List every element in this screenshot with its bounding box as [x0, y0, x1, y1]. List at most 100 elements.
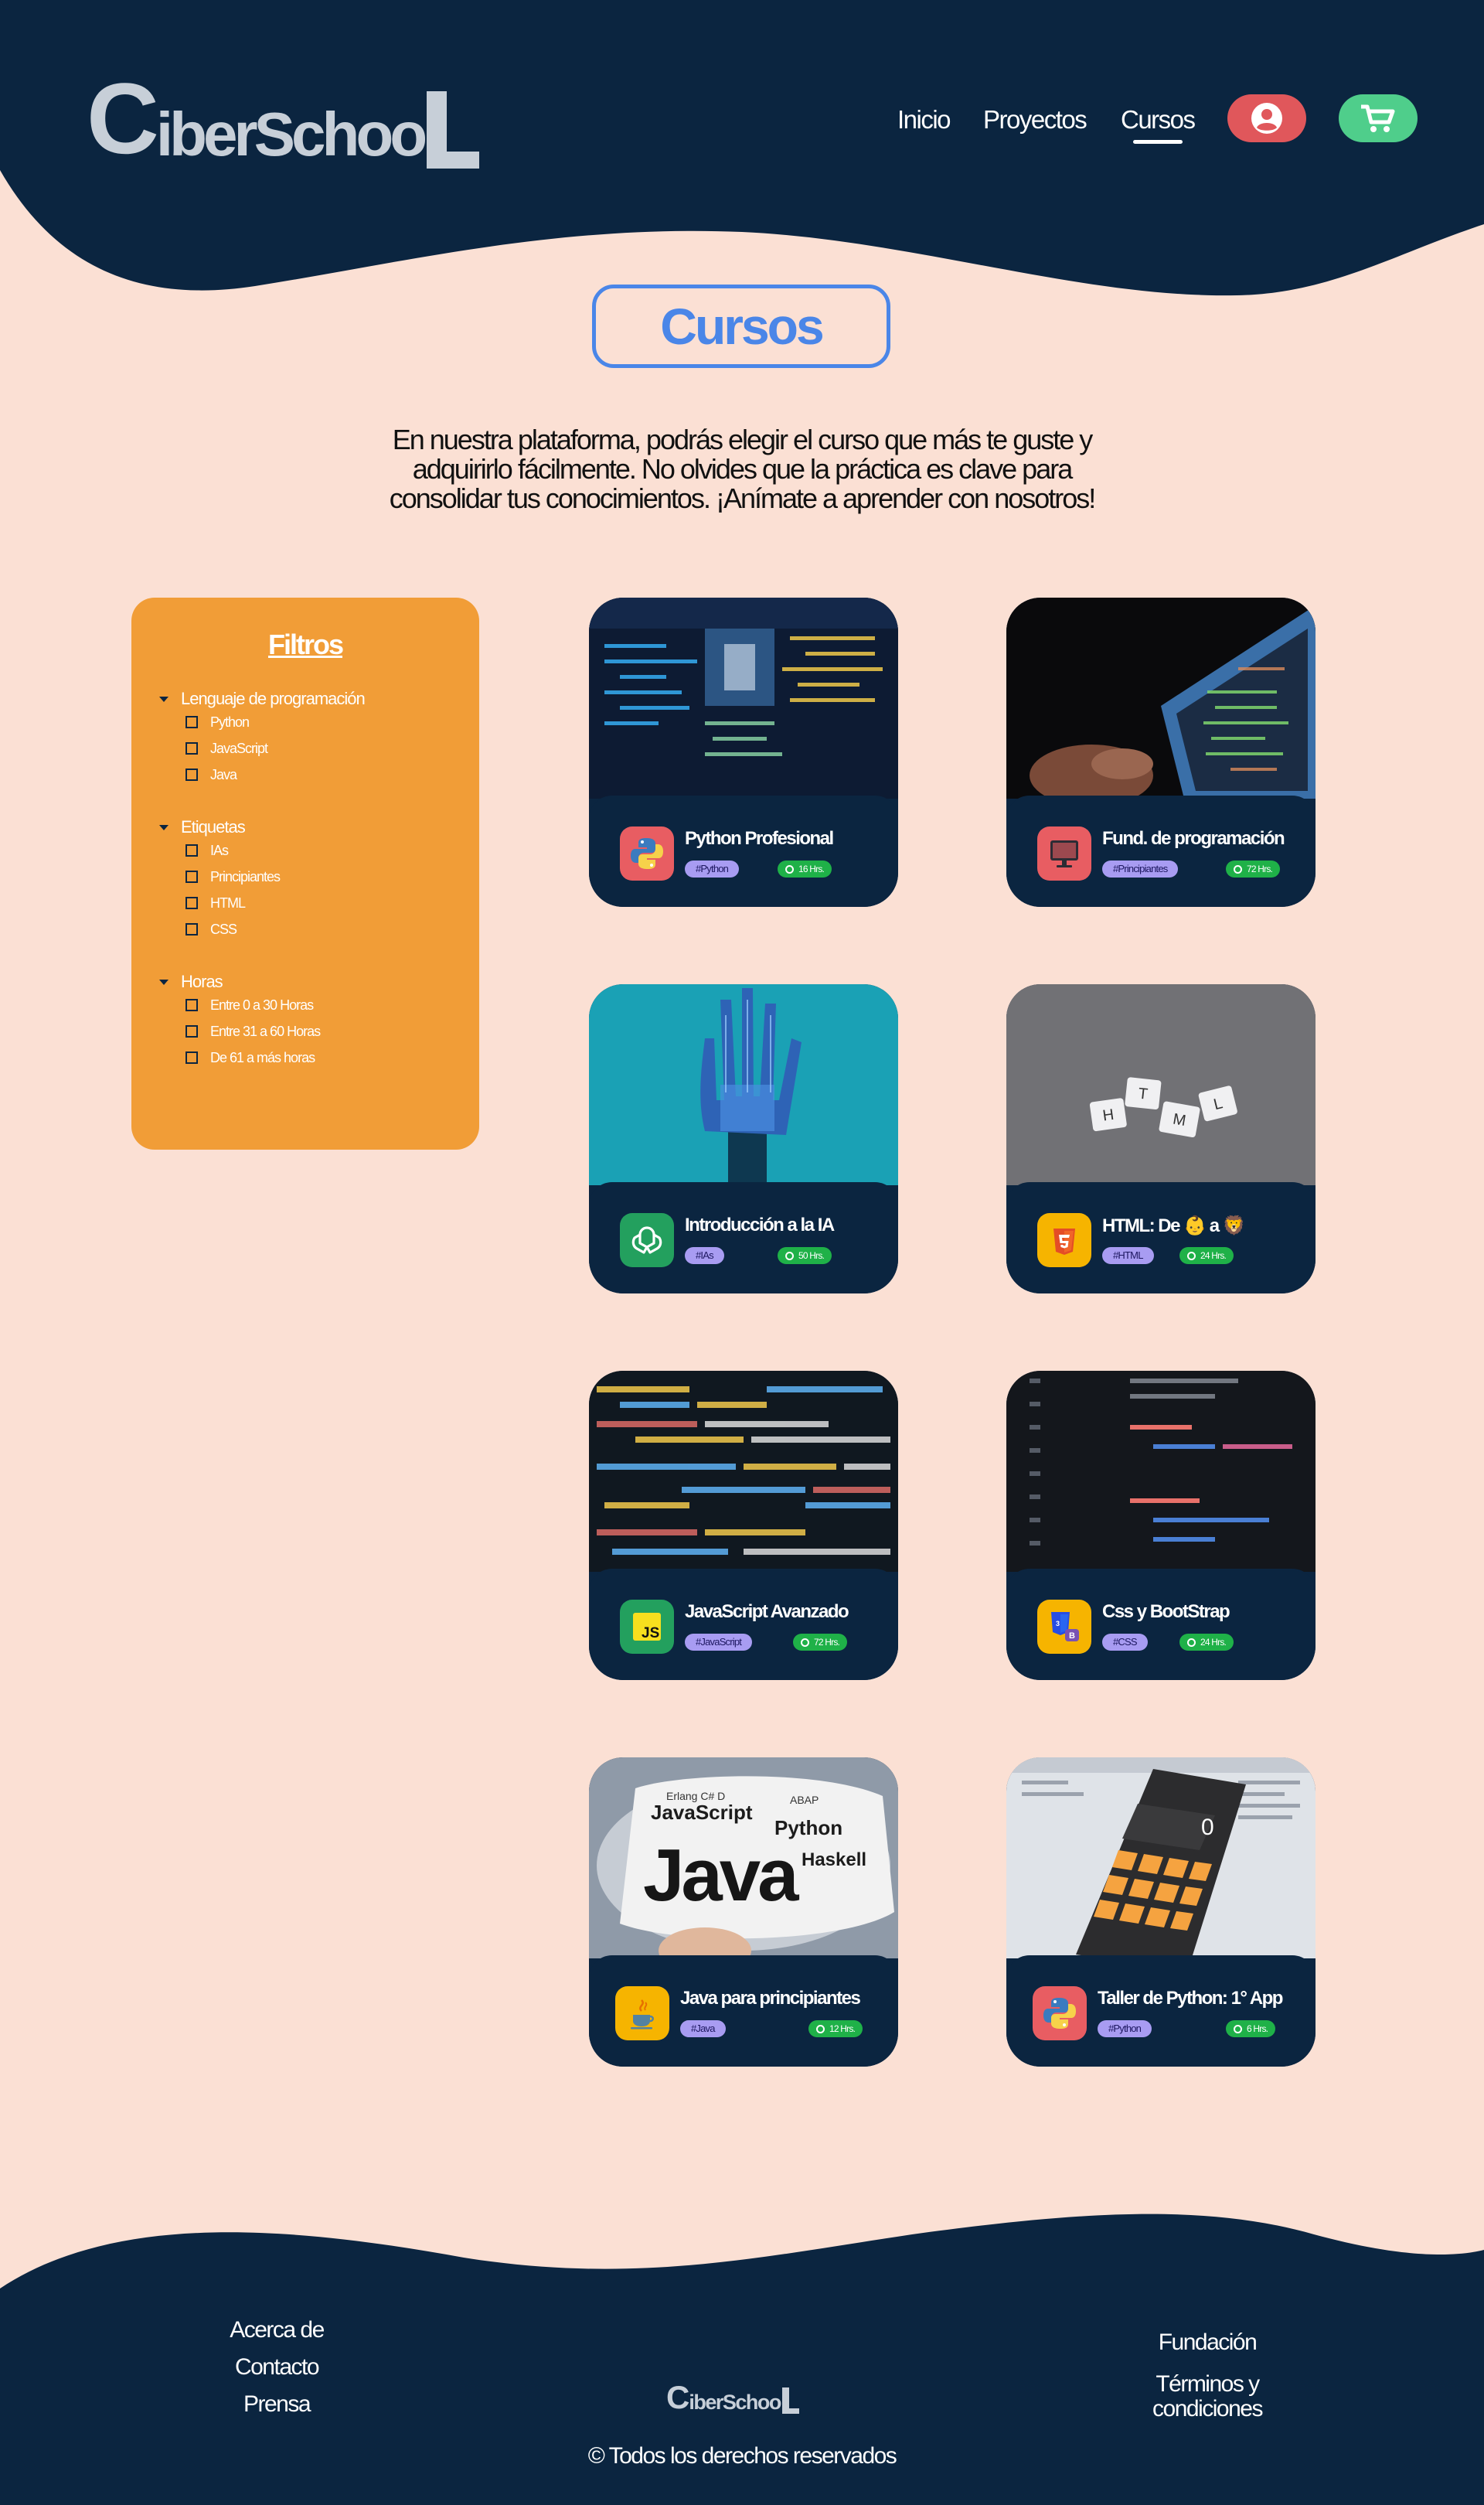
page-title: Cursos — [592, 285, 890, 368]
checkbox[interactable] — [186, 871, 198, 883]
user-circle-icon — [1251, 103, 1282, 134]
cart-icon — [1361, 104, 1395, 132]
filter-option-principiantes[interactable]: Principiantes — [186, 864, 281, 890]
course-name: Introducción a la IA — [685, 1215, 835, 1235]
clock-icon — [1187, 1638, 1196, 1647]
filter-option-css[interactable]: CSS — [186, 916, 280, 942]
footer-link-foundation[interactable]: Fundación — [1130, 2330, 1285, 2355]
filter-option-label: Principiantes — [210, 868, 281, 884]
filter-option-java[interactable]: Java — [186, 762, 365, 788]
filter-option-label: Java — [210, 766, 237, 782]
nav-link-proyectos[interactable]: Proyectos — [983, 101, 1087, 139]
filter-group-toggle[interactable]: Lenguaje de programación — [159, 689, 366, 709]
openai-icon — [620, 1213, 674, 1267]
clock-icon — [801, 1638, 809, 1647]
course-name: Fund. de programación — [1102, 828, 1285, 849]
course-card[interactable]: Python Profesional #Python 16 Hrs. — [589, 598, 898, 907]
checkbox[interactable] — [186, 844, 198, 857]
nav-link-cursos[interactable]: Cursos — [1121, 101, 1196, 144]
css3-bootstrap-icon: 3 B — [1037, 1600, 1091, 1654]
filters-title: Filtros — [267, 629, 344, 660]
javascript-icon: JS — [620, 1600, 674, 1654]
course-hours-badge: 12 Hrs. — [808, 2020, 863, 2037]
clock-icon — [1234, 2024, 1242, 2033]
cart-button[interactable] — [1339, 94, 1418, 142]
brand-logo[interactable]: C iberSchoo — [87, 68, 480, 169]
filter-option-label: Entre 0 a 30 Horas — [210, 997, 314, 1013]
footer-logo[interactable]: C iberSchoo — [666, 2381, 799, 2414]
filter-option-label: Entre 31 a 60 Horas — [210, 1023, 321, 1039]
filter-group-toggle[interactable]: Etiquetas — [159, 817, 280, 837]
course-info: Introducción a la IA #IAs 50 Hrs. — [589, 1182, 898, 1293]
filter-option-label: JavaScript — [210, 740, 268, 756]
course-hours-badge: 24 Hrs. — [1179, 1247, 1234, 1264]
svg-text:H: H — [1101, 1106, 1115, 1125]
course-image — [589, 1371, 898, 1572]
footer-link-about[interactable]: Acerca de — [199, 2318, 354, 2343]
filter-option-hours-0-30[interactable]: Entre 0 a 30 Horas — [186, 992, 320, 1018]
checkbox[interactable] — [186, 742, 198, 755]
filter-option-hours-31-60[interactable]: Entre 31 a 60 Horas — [186, 1018, 321, 1045]
user-button[interactable] — [1227, 94, 1306, 142]
filter-option-label: Python — [210, 714, 250, 730]
caret-down-icon — [159, 824, 168, 830]
nav-link-inicio[interactable]: Inicio — [897, 101, 951, 139]
footer-link-contact[interactable]: Contacto — [199, 2355, 354, 2380]
checkbox[interactable] — [186, 1025, 198, 1038]
svg-text:ABAP: ABAP — [790, 1794, 819, 1806]
checkbox[interactable] — [186, 923, 198, 936]
footer-link-terms[interactable]: Términos y condiciones — [1130, 2372, 1285, 2422]
checkbox[interactable] — [186, 897, 198, 909]
svg-text:3: 3 — [1056, 1620, 1060, 1627]
course-info: HTML: De 👶 a 🦁 #HTML 24 Hrs. — [1006, 1182, 1316, 1293]
course-card[interactable]: Java JavaScript Python Haskell Erlang C#… — [589, 1757, 898, 2067]
filter-option-html[interactable]: HTML — [186, 890, 280, 916]
course-card[interactable]: 3 B Css y BootStrap #CSS 24 Hrs. — [1006, 1371, 1316, 1680]
svg-text:T: T — [1138, 1086, 1149, 1103]
svg-text:0: 0 — [1201, 1815, 1214, 1840]
checkbox[interactable] — [186, 1051, 198, 1064]
course-card[interactable]: 0 Taller de Python: 1° App #Python 6 Hrs… — [1006, 1757, 1316, 2067]
filter-option-hours-61-plus[interactable]: De 61 a más horas — [186, 1045, 320, 1071]
filter-group-language: Lenguaje de programación Python JavaScri… — [159, 689, 366, 788]
course-hours: 16 Hrs. — [798, 864, 825, 874]
course-info: Python Profesional #Python 16 Hrs. — [589, 796, 898, 907]
course-card[interactable]: JS JavaScript Avanzado #JavaScript 72 Hr… — [589, 1371, 898, 1680]
computer-monitor-icon — [1037, 826, 1091, 881]
checkbox[interactable] — [186, 769, 198, 781]
course-card[interactable]: Fund. de programación #Principiantes 72 … — [1006, 598, 1316, 907]
course-info: Taller de Python: 1° App #Python 6 Hrs. — [1006, 1955, 1316, 2067]
python-icon — [620, 826, 674, 881]
svg-text:JavaScript: JavaScript — [651, 1801, 753, 1824]
course-info: JS JavaScript Avanzado #JavaScript 72 Hr… — [589, 1569, 898, 1680]
filter-group-title: Horas — [181, 972, 223, 991]
course-image — [1006, 1371, 1316, 1572]
filter-group-toggle[interactable]: Horas — [159, 972, 320, 992]
filter-option-javascript[interactable]: JavaScript — [186, 735, 365, 762]
course-card[interactable]: H T M L HTML: De 👶 a 🦁 #HTML 24 Hrs. — [1006, 984, 1316, 1293]
course-hours: 72 Hrs. — [814, 1637, 840, 1648]
page-title-text: Cursos — [660, 298, 824, 355]
clock-icon — [816, 2024, 825, 2033]
filter-group-hours: Horas Entre 0 a 30 Horas Entre 31 a 60 H… — [159, 972, 321, 1071]
logo-letter-c: C — [666, 2379, 689, 2415]
filter-option-label: De 61 a más horas — [210, 1049, 315, 1065]
course-tag: #Principiantes — [1102, 861, 1179, 878]
svg-text:Erlang C# D: Erlang C# D — [666, 1790, 725, 1802]
course-image — [1006, 598, 1316, 799]
logo-text: iberSchoo — [689, 2391, 781, 2414]
course-tag: #CSS — [1102, 1634, 1148, 1651]
svg-text:Haskell: Haskell — [802, 1849, 866, 1870]
checkbox[interactable] — [186, 716, 198, 728]
course-name: Java para principiantes — [680, 1988, 861, 2009]
course-info: Java para principiantes #Java 12 Hrs. — [589, 1955, 898, 2067]
course-image: H T M L — [1006, 984, 1316, 1185]
footer-link-press[interactable]: Prensa — [199, 2392, 354, 2417]
checkbox[interactable] — [186, 999, 198, 1011]
filter-option-python[interactable]: Python — [186, 709, 365, 735]
course-image — [589, 984, 898, 1185]
course-info: 3 B Css y BootStrap #CSS 24 Hrs. — [1006, 1569, 1316, 1680]
course-card[interactable]: Introducción a la IA #IAs 50 Hrs. — [589, 984, 898, 1293]
clock-icon — [1234, 864, 1242, 874]
filter-option-ias[interactable]: IAs — [186, 837, 280, 864]
